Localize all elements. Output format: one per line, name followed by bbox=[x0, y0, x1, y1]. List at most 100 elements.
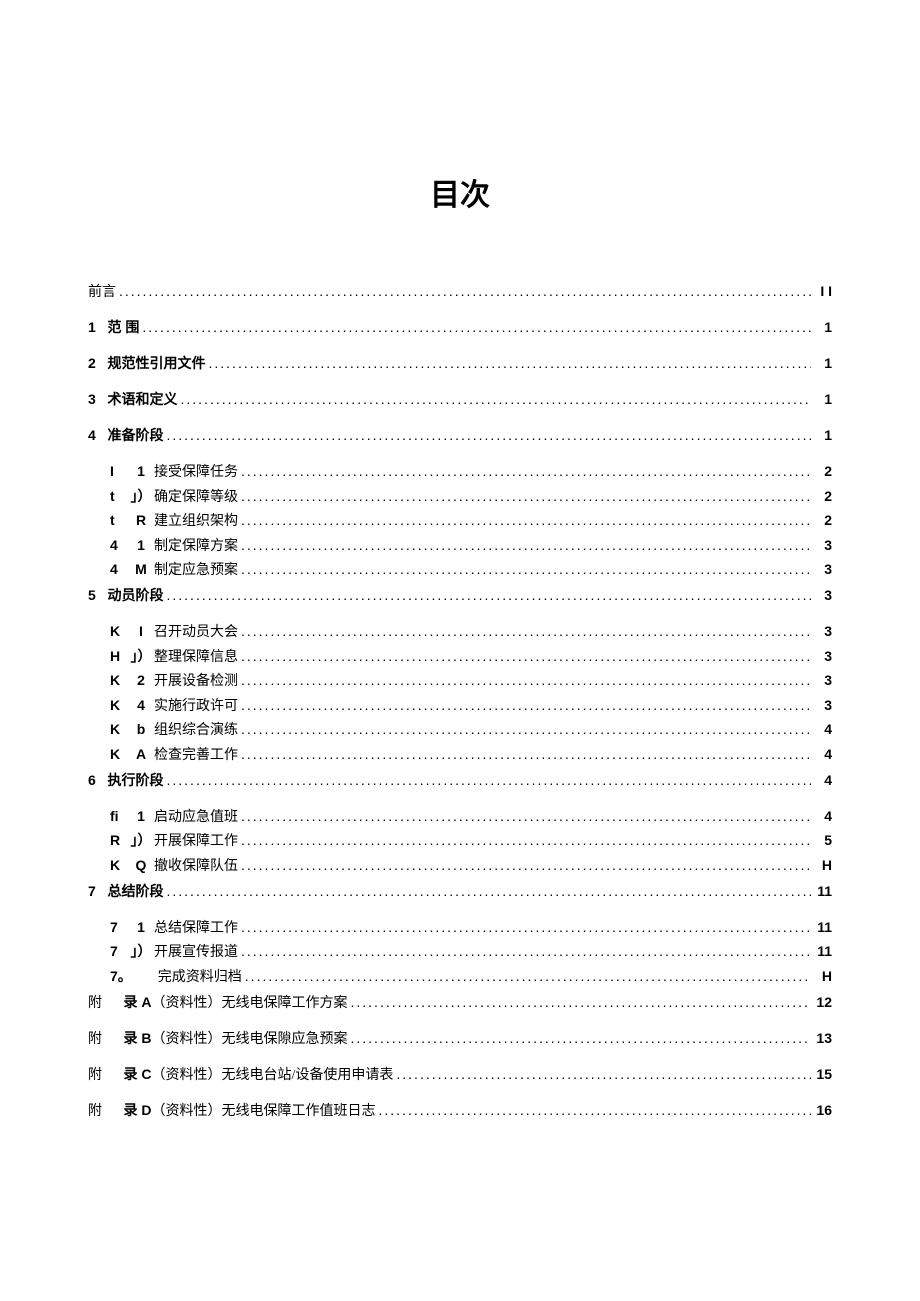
toc-sub-number: b bbox=[128, 722, 154, 736]
toc-page-number: 16 bbox=[814, 1103, 832, 1117]
toc-leader-dots bbox=[241, 698, 811, 712]
toc-sub-number: 」） bbox=[128, 833, 154, 847]
toc-page-number: H bbox=[814, 858, 832, 872]
toc-page-number: 2 bbox=[814, 464, 832, 478]
toc-page-number: 2 bbox=[814, 513, 832, 527]
toc-number: 5 bbox=[88, 588, 104, 602]
toc-label: 召开动员大会 bbox=[154, 625, 238, 640]
toc-sub-prefix: 4 bbox=[110, 562, 128, 576]
toc-page-number: 4 bbox=[814, 809, 832, 823]
toc-leader-dots bbox=[241, 747, 811, 761]
toc-sub-prefix: K bbox=[110, 747, 128, 761]
toc-leader-dots bbox=[181, 392, 812, 406]
toc-entry: 41制定保障方案3 bbox=[88, 538, 832, 554]
toc-entry: 7。完成资料归档H bbox=[88, 969, 832, 985]
toc-appendix-id: 录 C bbox=[124, 1066, 152, 1082]
toc-entry: KI召开动员大会3 bbox=[88, 624, 832, 640]
toc-sub-number: 1 bbox=[128, 809, 154, 823]
toc-leader-dots bbox=[167, 588, 812, 602]
toc-label: 总结阶段 bbox=[108, 883, 164, 899]
toc-sub-number: M bbox=[128, 562, 154, 576]
toc-sub-prefix: 7 bbox=[110, 944, 128, 958]
toc-sub-prefix: t bbox=[110, 513, 128, 527]
toc-entry: 附 录 C（资料性）无线电台站/设备使用申请表15 bbox=[88, 1067, 832, 1083]
toc-page-number: 1 bbox=[814, 320, 832, 334]
toc-leader-dots bbox=[241, 722, 811, 736]
toc-appendix-prefix: 附 bbox=[88, 1105, 120, 1119]
toc-page-number: 3 bbox=[814, 698, 832, 712]
toc-sub-number: I bbox=[128, 624, 154, 638]
toc-entry: KA检查完善工作4 bbox=[88, 747, 832, 763]
toc-leader-dots bbox=[241, 624, 811, 638]
toc-sub-number: 2 bbox=[128, 673, 154, 687]
toc-sub-prefix: H bbox=[110, 649, 128, 663]
toc-label: （资料性）无线电保隙应急预案 bbox=[152, 1032, 348, 1047]
toc-sub-prefix: t bbox=[110, 489, 128, 503]
toc-leader-dots bbox=[245, 969, 811, 983]
toc-label: 撤收保障队伍 bbox=[154, 859, 238, 874]
toc-sub-number: A bbox=[128, 747, 154, 761]
toc-sub-number: 」） bbox=[128, 649, 154, 663]
toc-label: 制定应急预案 bbox=[154, 563, 238, 578]
toc-label: 准备阶段 bbox=[108, 427, 164, 443]
toc-label: （资料性）无线电保障工作值班日志 bbox=[152, 1104, 376, 1119]
toc-label: 开展宣传报道 bbox=[154, 945, 238, 960]
toc-leader-dots bbox=[351, 1031, 812, 1045]
toc-entry: I1接受保障任务2 bbox=[88, 464, 832, 480]
toc-appendix-prefix: 附 bbox=[88, 1033, 120, 1047]
toc-label: （资料性）无线电台站/设备使用申请表 bbox=[152, 1068, 394, 1083]
toc-appendix-id: 录 D bbox=[124, 1102, 152, 1118]
toc-label: 完成资料归档 bbox=[158, 970, 242, 985]
toc-leader-dots bbox=[167, 428, 812, 442]
toc-page-number: 1 bbox=[814, 356, 832, 370]
toc-label: 开展设备检测 bbox=[154, 674, 238, 689]
toc-label: 开展保障工作 bbox=[154, 834, 238, 849]
toc-entry: KQ撤收保障队伍 H bbox=[88, 858, 832, 874]
toc-sub-number: Q bbox=[128, 858, 154, 872]
toc-leader-dots bbox=[241, 920, 811, 934]
toc-page-number: 4 bbox=[814, 773, 832, 787]
toc-entry: 前言I I bbox=[88, 284, 832, 300]
toc-leader-dots bbox=[167, 773, 812, 787]
toc-label: 实施行政许可 bbox=[154, 699, 238, 714]
toc-container: 前言I I1 范 围12 规范性引用文件13 术语和定义14 准备阶段1I1接受… bbox=[88, 284, 832, 1119]
toc-entry: 71总结保障工作11 bbox=[88, 920, 832, 936]
toc-leader-dots bbox=[119, 284, 811, 298]
toc-leader-dots bbox=[396, 1067, 811, 1081]
toc-entry: 附 录 B（资料性）无线电保隙应急预案13 bbox=[88, 1031, 832, 1047]
toc-page-number: 2 bbox=[814, 489, 832, 503]
toc-label: 确定保障等级 bbox=[154, 490, 238, 505]
toc-page-number: 3 bbox=[814, 588, 832, 602]
toc-leader-dots bbox=[241, 944, 811, 958]
toc-label: 执行阶段 bbox=[108, 772, 164, 788]
toc-label: 前言 bbox=[88, 285, 116, 300]
toc-leader-dots bbox=[241, 809, 811, 823]
toc-page-number: H bbox=[814, 969, 832, 983]
toc-leader-dots bbox=[379, 1103, 812, 1117]
toc-sub-prefix: K bbox=[110, 722, 128, 736]
toc-appendix-prefix: 附 bbox=[88, 997, 120, 1011]
toc-leader-dots bbox=[167, 884, 812, 898]
toc-appendix-id: 录 A bbox=[124, 994, 152, 1010]
toc-page-number: 12 bbox=[814, 995, 832, 1009]
toc-leader-dots bbox=[241, 833, 811, 847]
toc-number: 2 bbox=[88, 356, 104, 370]
toc-leader-dots bbox=[241, 538, 811, 552]
toc-label: 术语和定义 bbox=[108, 391, 178, 407]
toc-entry: 7 总结阶段11 bbox=[88, 884, 832, 900]
toc-sub-prefix: I bbox=[110, 464, 128, 478]
toc-sub-prefix: K bbox=[110, 858, 128, 872]
toc-label: （资料性）无线电保障工作方案 bbox=[152, 996, 348, 1011]
toc-entry: K2开展设备检测3 bbox=[88, 673, 832, 689]
toc-sub-number: 」） bbox=[128, 489, 154, 503]
toc-page-number: 11 bbox=[814, 944, 832, 958]
toc-page-number: 3 bbox=[814, 649, 832, 663]
document-page: 目次 前言I I1 范 围12 规范性引用文件13 术语和定义14 准备阶段1I… bbox=[0, 0, 920, 1301]
toc-label: 总结保障工作 bbox=[154, 921, 238, 936]
toc-entry: R」）开展保障工作5 bbox=[88, 833, 832, 849]
toc-entry: 1 范 围1 bbox=[88, 320, 832, 336]
toc-label: 组织综合演练 bbox=[154, 723, 238, 738]
toc-entry: 7」）开展宣传报道11 bbox=[88, 944, 832, 960]
toc-label: 整理保障信息 bbox=[154, 650, 238, 665]
toc-page-number: 3 bbox=[814, 624, 832, 638]
